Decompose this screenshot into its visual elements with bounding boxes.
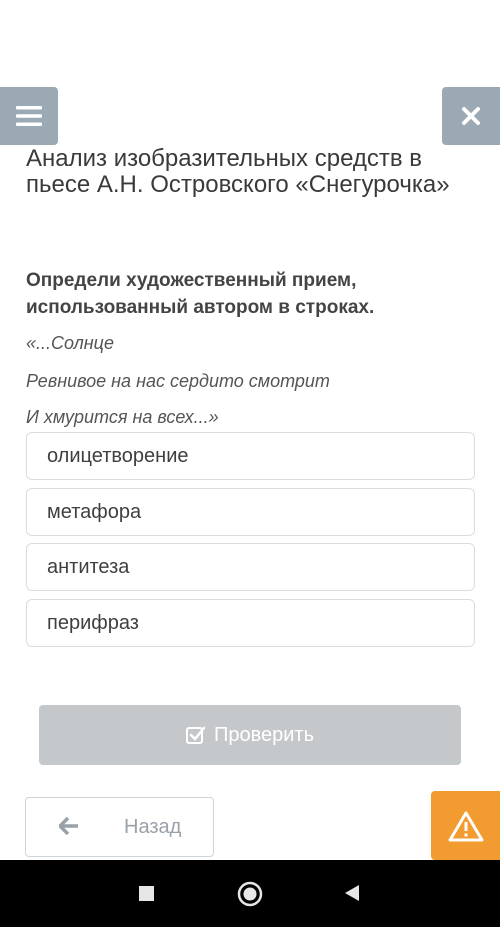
back-nav-icon[interactable] <box>344 884 360 902</box>
home-icon[interactable] <box>237 881 263 907</box>
arrow-left-icon <box>59 817 78 835</box>
report-problem-button[interactable] <box>431 791 500 860</box>
back-button-label: Назад <box>124 816 182 838</box>
answer-option-personification[interactable]: олицетворение <box>26 432 475 480</box>
question-text: Определи художественный прием, использов… <box>26 270 375 318</box>
check-button[interactable]: Проверить <box>39 705 461 765</box>
hamburger-menu-icon <box>16 106 42 126</box>
recents-icon[interactable] <box>139 886 154 901</box>
close-button[interactable] <box>442 87 500 145</box>
close-x-icon <box>462 107 480 125</box>
check-button-label: Проверить <box>213 723 315 746</box>
quote-line-1: «...Солнце <box>26 333 114 353</box>
page-title: Анализ изобразительных средств в пьесе А… <box>26 145 450 198</box>
answer-option-metaphor[interactable]: метафора <box>26 488 475 536</box>
menu-button[interactable] <box>0 87 58 145</box>
warning-triangle-icon <box>448 811 483 841</box>
system-navigation-bar <box>0 860 500 927</box>
check-square-icon <box>185 726 206 744</box>
answer-option-antithesis[interactable]: антитеза <box>26 543 475 591</box>
quote-line-3: И хмурится на всех...» <box>26 407 219 427</box>
answer-option-periphrasis[interactable]: перифраз <box>26 599 475 647</box>
quote-line-2: Ревнивое на нас сердито смотрит <box>26 371 330 391</box>
back-button[interactable]: Назад <box>25 797 214 857</box>
